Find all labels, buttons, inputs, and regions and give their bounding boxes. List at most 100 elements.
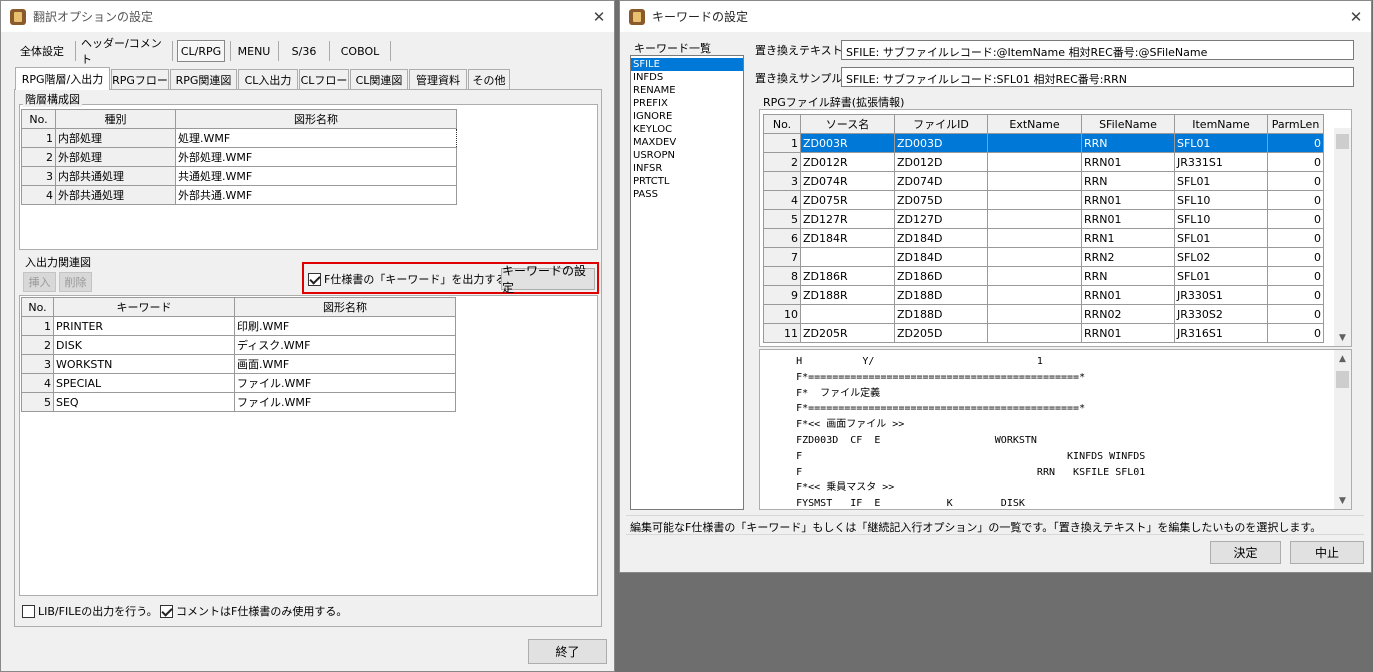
- comment-fspec-checkbox[interactable]: コメントはF仕様書のみ使用する。: [160, 603, 347, 619]
- table-row[interactable]: 10 ZD188D RRN02 JR330S2 0: [763, 304, 1324, 324]
- source-name-cell[interactable]: [800, 247, 895, 267]
- delete-button[interactable]: 削除: [59, 272, 92, 292]
- keyword-list-item[interactable]: PASS: [631, 188, 743, 201]
- finish-button[interactable]: 終了: [528, 639, 607, 664]
- kind-cell[interactable]: 内部共通処理: [55, 166, 176, 186]
- sfilename-cell[interactable]: RRN01: [1081, 285, 1175, 305]
- file-id-cell[interactable]: ZD188D: [894, 304, 988, 324]
- file-id-cell[interactable]: ZD188D: [894, 285, 988, 305]
- itemname-cell[interactable]: SFL02: [1174, 247, 1268, 267]
- source-name-cell[interactable]: ZD075R: [800, 190, 895, 210]
- tab-rpg-flow[interactable]: RPGフロー: [111, 69, 169, 89]
- table-row[interactable]: 3 内部共通処理 共通処理.WMF: [21, 166, 457, 186]
- file-id-cell[interactable]: ZD184D: [894, 247, 988, 267]
- fspec-keyword-checkbox[interactable]: F仕様書の「キーワード」を出力する。: [308, 271, 517, 287]
- source-name-cell[interactable]: [800, 304, 895, 324]
- insert-button[interactable]: 挿入: [23, 272, 56, 292]
- table-row[interactable]: 11 ZD205R ZD205D RRN01 JR316S1 0: [763, 323, 1324, 343]
- sfilename-cell[interactable]: RRN02: [1081, 304, 1175, 324]
- extname-cell[interactable]: [987, 152, 1082, 172]
- itemname-cell[interactable]: JR316S1: [1174, 323, 1268, 343]
- replace-text-input[interactable]: SFILE: サブファイルレコード:@ItemName 相対REC番号:@SFi…: [841, 40, 1354, 60]
- parmlen-cell[interactable]: 0: [1267, 152, 1324, 172]
- parmlen-cell[interactable]: 0: [1267, 266, 1324, 286]
- table-row[interactable]: 6 ZD184R ZD184D RRN1 SFL01 0: [763, 228, 1324, 248]
- dict-scrollbar[interactable]: ▼: [1334, 128, 1351, 346]
- keyword-cell[interactable]: SEQ: [53, 392, 235, 412]
- table-row[interactable]: 1 ZD003R ZD003D RRN SFL01 0: [763, 133, 1324, 153]
- checkbox-checked-icon[interactable]: [160, 604, 173, 618]
- scroll-thumb[interactable]: [1336, 134, 1349, 149]
- sfilename-cell[interactable]: RRN1: [1081, 228, 1175, 248]
- keyword-list-item[interactable]: RENAME: [631, 84, 743, 97]
- sfilename-cell[interactable]: RRN01: [1081, 323, 1175, 343]
- table-row[interactable]: 2 DISK ディスク.WMF: [21, 335, 456, 355]
- sfilename-cell[interactable]: RRN: [1081, 266, 1175, 286]
- source-name-cell[interactable]: ZD127R: [800, 209, 895, 229]
- file-cell[interactable]: ディスク.WMF: [234, 335, 456, 355]
- source-name-cell[interactable]: ZD186R: [800, 266, 895, 286]
- scroll-thumb[interactable]: [1336, 371, 1349, 388]
- close-icon[interactable]: ✕: [584, 1, 614, 32]
- checkbox-checked-icon[interactable]: [308, 272, 321, 286]
- table-row[interactable]: 8 ZD186R ZD186D RRN SFL01 0: [763, 266, 1324, 286]
- table-row[interactable]: 5 ZD127R ZD127D RRN01 SFL10 0: [763, 209, 1324, 229]
- kind-cell[interactable]: 外部処理: [55, 147, 176, 167]
- extname-cell[interactable]: [987, 209, 1082, 229]
- parmlen-cell[interactable]: 0: [1267, 285, 1324, 305]
- keyword-cell[interactable]: DISK: [53, 335, 235, 355]
- scroll-down-icon[interactable]: ▼: [1334, 492, 1351, 509]
- top-button-menu[interactable]: MENU: [235, 40, 273, 62]
- file-cell[interactable]: 印刷.WMF: [234, 316, 456, 336]
- keyword-list-item[interactable]: KEYLOC: [631, 123, 743, 136]
- source-name-cell[interactable]: ZD003R: [800, 133, 895, 153]
- tab-cl-io[interactable]: CL入出力: [238, 69, 298, 89]
- scroll-up-icon[interactable]: ▲: [1334, 350, 1351, 367]
- table-row[interactable]: 9 ZD188R ZD188D RRN01 JR330S1 0: [763, 285, 1324, 305]
- keyword-cell[interactable]: SPECIAL: [53, 373, 235, 393]
- keyword-list-item[interactable]: MAXDEV: [631, 136, 743, 149]
- source-name-cell[interactable]: ZD205R: [800, 323, 895, 343]
- tab-management[interactable]: 管理資料: [409, 69, 467, 89]
- file-cell[interactable]: 外部共通.WMF: [175, 185, 457, 205]
- sfilename-cell[interactable]: RRN: [1081, 133, 1175, 153]
- table-row[interactable]: 2 ZD012R ZD012D RRN01 JR331S1 0: [763, 152, 1324, 172]
- source-name-cell[interactable]: ZD074R: [800, 171, 895, 191]
- parmlen-cell[interactable]: 0: [1267, 247, 1324, 267]
- itemname-cell[interactable]: JR331S1: [1174, 152, 1268, 172]
- table-row[interactable]: 2 外部処理 外部処理.WMF: [21, 147, 457, 167]
- scroll-down-icon[interactable]: ▼: [1334, 329, 1351, 346]
- source-name-cell[interactable]: ZD012R: [800, 152, 895, 172]
- file-cell[interactable]: 共通処理.WMF: [175, 166, 457, 186]
- keyword-list-item[interactable]: INFDS: [631, 71, 743, 84]
- parmlen-cell[interactable]: 0: [1267, 133, 1324, 153]
- top-button-header-comment[interactable]: ヘッダー/コメント: [81, 37, 168, 66]
- itemname-cell[interactable]: SFL01: [1174, 133, 1268, 153]
- file-cell[interactable]: 外部処理.WMF: [175, 147, 457, 167]
- keyword-list[interactable]: SFILE INFDS RENAME PREFIX IGNORE KEYLOC MAXDEV…: [630, 55, 744, 510]
- extname-cell[interactable]: [987, 266, 1082, 286]
- keyword-list-item[interactable]: IGNORE: [631, 110, 743, 123]
- extname-cell[interactable]: [987, 285, 1082, 305]
- table-row[interactable]: 1 内部処理 処理.WMF: [21, 128, 457, 148]
- file-cell[interactable]: ファイル.WMF: [234, 392, 456, 412]
- itemname-cell[interactable]: SFL10: [1174, 190, 1268, 210]
- keyword-list-item[interactable]: INFSR: [631, 162, 743, 175]
- tab-cl-relation[interactable]: CL関連図: [350, 69, 408, 89]
- sfilename-cell[interactable]: RRN: [1081, 171, 1175, 191]
- cancel-button[interactable]: 中止: [1290, 541, 1364, 564]
- extname-cell[interactable]: [987, 323, 1082, 343]
- table-row[interactable]: 4 外部共通処理 外部共通.WMF: [21, 185, 457, 205]
- file-id-cell[interactable]: ZD074D: [894, 171, 988, 191]
- file-id-cell[interactable]: ZD075D: [894, 190, 988, 210]
- file-id-cell[interactable]: ZD127D: [894, 209, 988, 229]
- table-row[interactable]: 1 PRINTER 印刷.WMF: [21, 316, 456, 336]
- sfilename-cell[interactable]: RRN01: [1081, 209, 1175, 229]
- extname-cell[interactable]: [987, 171, 1082, 191]
- table-row[interactable]: 4 ZD075R ZD075D RRN01 SFL10 0: [763, 190, 1324, 210]
- keyword-cell[interactable]: WORKSTN: [53, 354, 235, 374]
- itemname-cell[interactable]: JR330S2: [1174, 304, 1268, 324]
- source-scrollbar[interactable]: ▲ ▼: [1334, 350, 1351, 509]
- itemname-cell[interactable]: JR330S1: [1174, 285, 1268, 305]
- file-id-cell[interactable]: ZD003D: [894, 133, 988, 153]
